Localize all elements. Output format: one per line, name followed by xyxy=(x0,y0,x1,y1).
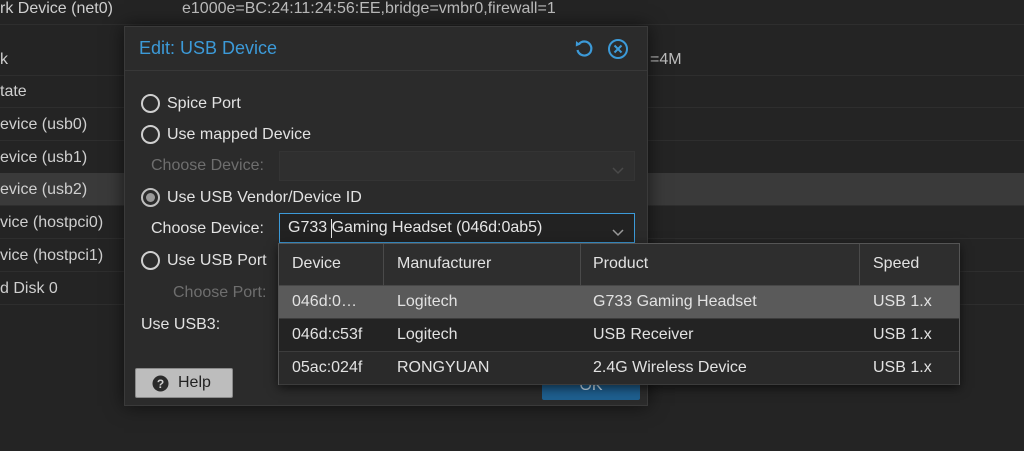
close-icon[interactable] xyxy=(607,38,629,60)
mapped-device-combo[interactable] xyxy=(279,151,635,181)
hardware-row-key: tate xyxy=(0,83,27,100)
hardware-row-key: evice (usb0) xyxy=(0,116,88,133)
hardware-row-key: evice (usb2) xyxy=(0,181,88,198)
cell-product: USB Receiver xyxy=(593,326,694,343)
help-button[interactable]: ? Help xyxy=(135,368,233,398)
use-usb3-label: Use USB3: xyxy=(141,316,221,333)
radio-label: Use USB Port xyxy=(167,252,267,269)
column-header-speed[interactable]: Speed xyxy=(873,255,919,273)
chevron-down-icon xyxy=(612,162,624,175)
hardware-row-key: k xyxy=(0,51,8,68)
mapped-choose-device-label: Choose Device: xyxy=(151,157,264,174)
cell-manufacturer: Logitech xyxy=(397,293,458,310)
cell-device: 046d:c53f xyxy=(292,326,363,343)
help-label: Help xyxy=(178,374,211,391)
device-row-selected[interactable]: 046d:0… Logitech G733 Gaming Headset USB… xyxy=(279,286,959,319)
grid-header: Device Manufacturer Product Speed xyxy=(279,244,959,286)
dialog-title: Edit: USB Device xyxy=(139,38,278,58)
choose-device-combo[interactable]: G733 Gaming Headset (046d:0ab5) xyxy=(279,213,635,243)
cell-manufacturer: RONGYUAN xyxy=(397,359,490,376)
column-header-manufacturer[interactable]: Manufacturer xyxy=(397,255,491,273)
cell-product: G733 Gaming Headset xyxy=(593,293,757,310)
cell-device: 05ac:024f xyxy=(292,359,363,376)
column-divider[interactable] xyxy=(580,244,581,286)
reset-icon[interactable] xyxy=(573,38,595,60)
radio-button[interactable] xyxy=(141,94,160,113)
choose-device-label: Choose Device: xyxy=(151,220,264,237)
device-row[interactable]: 046d:c53f Logitech USB Receiver USB 1.x xyxy=(279,319,959,352)
dialog-header: Edit: USB Device xyxy=(125,27,647,71)
radio-label: Use mapped Device xyxy=(167,126,312,143)
chevron-down-icon[interactable] xyxy=(612,224,624,237)
text-cursor xyxy=(331,219,332,238)
svg-text:?: ? xyxy=(157,377,164,391)
choose-port-label: Choose Port: xyxy=(173,284,267,301)
cell-product: 2.4G Wireless Device xyxy=(593,359,747,376)
radio-button-checked[interactable] xyxy=(141,188,160,207)
column-header-device[interactable]: Device xyxy=(292,255,341,273)
choose-device-value: G733 Gaming Headset (046d:0ab5) xyxy=(288,219,543,236)
hardware-row-key: evice (usb1) xyxy=(0,149,88,166)
hardware-row[interactable]: rk Device (net0) e1000e=BC:24:11:24:56:E… xyxy=(0,0,1024,25)
radio-button[interactable] xyxy=(141,125,160,144)
question-icon: ? xyxy=(152,375,169,392)
cell-speed: USB 1.x xyxy=(873,359,932,376)
column-divider[interactable] xyxy=(383,244,384,286)
hardware-row-key: d Disk 0 xyxy=(0,280,58,297)
radio-label: Spice Port xyxy=(167,95,241,112)
radio-button[interactable] xyxy=(141,251,160,270)
column-divider[interactable] xyxy=(859,244,860,286)
hardware-row-value: e1000e=BC:24:11:24:56:EE,bridge=vmbr0,fi… xyxy=(182,0,556,17)
device-row[interactable]: 05ac:024f RONGYUAN 2.4G Wireless Device … xyxy=(279,352,959,385)
radio-label: Use USB Vendor/Device ID xyxy=(167,189,362,206)
cell-speed: USB 1.x xyxy=(873,326,932,343)
hardware-row-value: =4M xyxy=(650,51,682,68)
device-picker-grid: Device Manufacturer Product Speed 046d:0… xyxy=(278,243,960,385)
column-header-product[interactable]: Product xyxy=(593,255,648,273)
hardware-row-key: rk Device (net0) xyxy=(0,0,113,17)
cell-speed: USB 1.x xyxy=(873,293,932,310)
cell-manufacturer: Logitech xyxy=(397,326,458,343)
cell-device: 046d:0… xyxy=(292,293,357,310)
hardware-row-key: vice (hostpci0) xyxy=(0,214,104,231)
hardware-row-key: vice (hostpci1) xyxy=(0,247,104,264)
